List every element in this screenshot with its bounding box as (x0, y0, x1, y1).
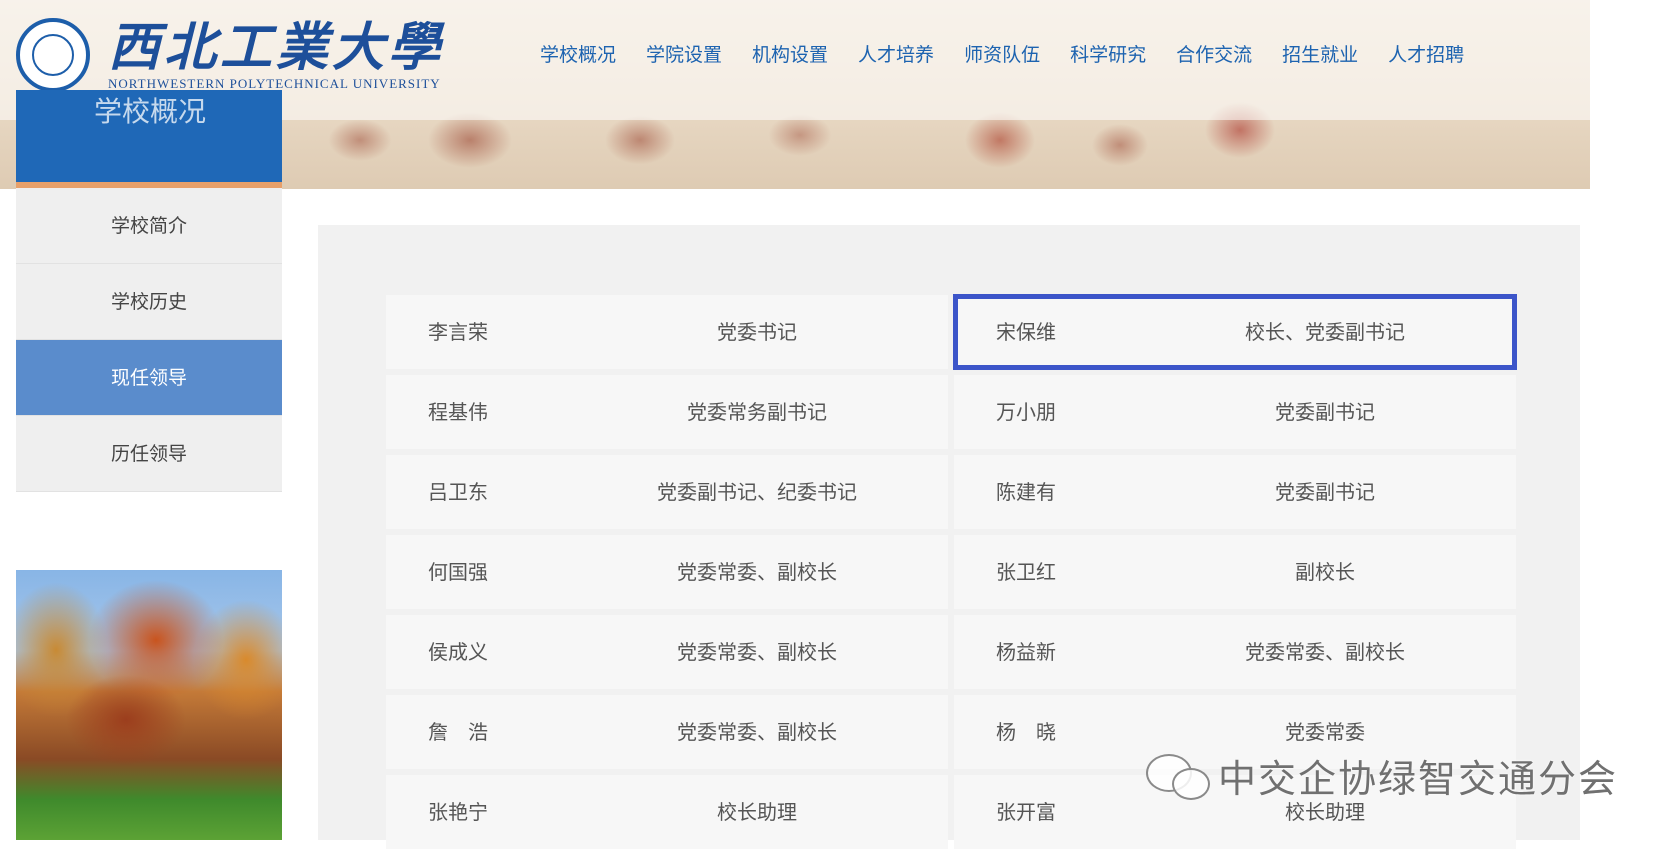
nav-item-recruitment[interactable]: 人才招聘 (1388, 40, 1464, 67)
nav-item-departments[interactable]: 机构设置 (752, 40, 828, 67)
main-nav: 学校概况 学院设置 机构设置 人才培养 师资队伍 科学研究 合作交流 招生就业 … (540, 40, 1494, 67)
watermark-text: 中交企协绿智交通分会 (1218, 757, 1619, 801)
campus-photo (16, 570, 282, 840)
leader-cell[interactable]: 程基伟 党委常务副书记 (386, 375, 948, 449)
leader-name: 张开富 (996, 800, 1056, 824)
nav-item-cooperation[interactable]: 合作交流 (1176, 40, 1252, 67)
leader-name: 杨 晓 (996, 720, 1056, 744)
logo-chinese-name: 西北工業大學 (108, 17, 445, 78)
leader-name: 宋保维 (996, 320, 1056, 344)
leader-cell[interactable]: 詹 浩 党委常委、副校长 (386, 695, 948, 769)
sidebar-menu: 学校简介 学校历史 现任领导 历任领导 (16, 188, 282, 492)
leader-cell-highlighted[interactable]: 宋保维 校长、党委副书记 (953, 294, 1517, 370)
leader-cell[interactable]: 陈建有 党委副书记 (954, 455, 1516, 529)
leader-cell[interactable]: 李言荣 党委书记 (386, 295, 948, 369)
leader-title: 党委常委、副校长 (677, 560, 837, 584)
leader-name: 杨益新 (996, 640, 1056, 664)
leader-title: 党委副书记 (1275, 400, 1375, 424)
wechat-bubble-small (1172, 767, 1210, 800)
leader-cell[interactable]: 张卫红 副校长 (954, 535, 1516, 609)
sidebar-item-current-leaders[interactable]: 现任领导 (16, 340, 282, 416)
leader-cell[interactable]: 何国强 党委常委、副校长 (386, 535, 948, 609)
leader-cell[interactable]: 吕卫东 党委副书记、纪委书记 (386, 455, 948, 529)
logo-text: 西北工業大學 NORTHWESTERN POLYTECHNICAL UNIVER… (108, 18, 444, 92)
wechat-icon (1146, 750, 1212, 802)
nav-item-research[interactable]: 科学研究 (1070, 40, 1146, 67)
leader-title: 党委常务副书记 (687, 400, 827, 424)
leader-cell[interactable]: 张艳宁 校长助理 (386, 775, 948, 849)
sidebar-item-history[interactable]: 学校历史 (16, 264, 282, 340)
nav-item-overview[interactable]: 学校概况 (540, 40, 616, 67)
university-logo[interactable]: 西北工業大學 NORTHWESTERN POLYTECHNICAL UNIVER… (16, 18, 444, 92)
leader-name: 程基伟 (428, 400, 488, 424)
leader-title: 校长、党委副书记 (1245, 320, 1405, 344)
watermark: 中交企协绿智交通分会 (1146, 748, 1618, 803)
nav-item-colleges[interactable]: 学院设置 (646, 40, 722, 67)
seal-icon (16, 18, 90, 92)
leader-title: 党委书记 (717, 320, 797, 344)
leader-title: 党委常委、副校长 (677, 640, 837, 664)
leader-cell[interactable]: 杨益新 党委常委、副校长 (954, 615, 1516, 689)
leader-name: 陈建有 (996, 480, 1056, 504)
sidebar-title: 学校概况 (94, 95, 207, 128)
leader-name: 何国强 (428, 560, 488, 584)
leader-name: 张卫红 (996, 560, 1056, 584)
leader-title: 校长助理 (717, 800, 797, 824)
leader-name: 侯成义 (428, 640, 488, 664)
leader-cell[interactable]: 万小朋 党委副书记 (954, 375, 1516, 449)
leader-name: 詹 浩 (428, 720, 488, 744)
nav-item-faculty[interactable]: 师资队伍 (964, 40, 1040, 67)
nav-item-admissions[interactable]: 招生就业 (1282, 40, 1358, 67)
leader-title: 党委副书记、纪委书记 (657, 480, 857, 504)
leader-cell[interactable]: 侯成义 党委常委、副校长 (386, 615, 948, 689)
leader-name: 吕卫东 (428, 480, 488, 504)
sidebar-item-intro[interactable]: 学校简介 (16, 188, 282, 264)
leader-name: 万小朋 (996, 400, 1056, 424)
sidebar-item-past-leaders[interactable]: 历任领导 (16, 416, 282, 492)
leader-name: 张艳宁 (428, 800, 488, 824)
leader-title: 副校长 (1295, 560, 1355, 584)
leader-name: 李言荣 (428, 320, 488, 344)
leader-title: 党委常委、副校长 (677, 720, 837, 744)
sidebar-header: 学校概况 (16, 90, 282, 188)
nav-item-education[interactable]: 人才培养 (858, 40, 934, 67)
leader-title: 党委副书记 (1275, 480, 1375, 504)
leader-title: 党委常委、副校长 (1245, 640, 1405, 664)
